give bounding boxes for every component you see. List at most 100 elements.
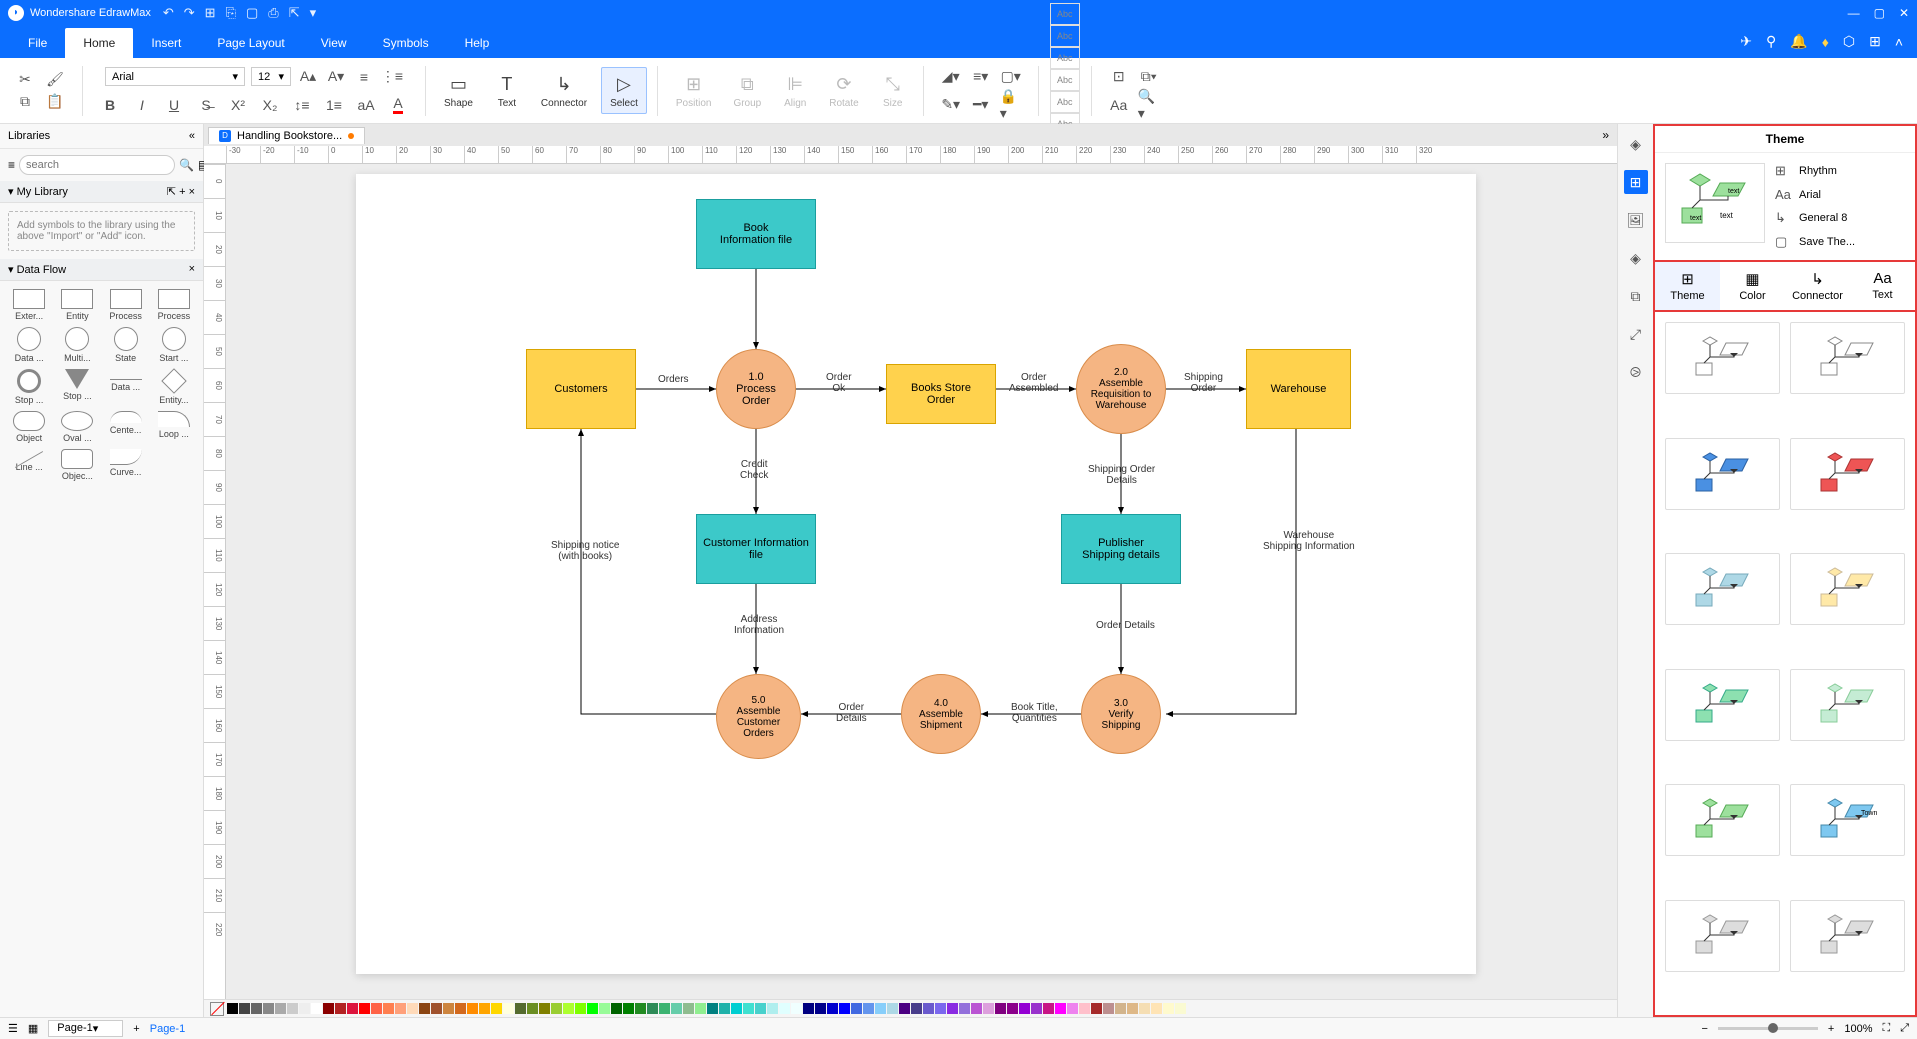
- zoom-slider[interactable]: [1718, 1027, 1818, 1030]
- notify-icon[interactable]: 🔔: [1790, 33, 1807, 50]
- shape-entity[interactable]: Entity: [56, 289, 98, 321]
- select-tool[interactable]: ▷Select: [601, 67, 647, 114]
- search-prefix-icon[interactable]: ≡: [8, 158, 15, 172]
- color-swatch[interactable]: [383, 1003, 394, 1014]
- paste-icon[interactable]: 📋: [44, 91, 66, 113]
- theme-card[interactable]: [1665, 900, 1780, 972]
- layers-nav-icon[interactable]: ◈: [1624, 246, 1648, 270]
- color-swatch[interactable]: [719, 1003, 730, 1014]
- color-swatch[interactable]: [1163, 1003, 1174, 1014]
- page-selector[interactable]: Page-1 ▾: [48, 1020, 123, 1037]
- node-assemble-4[interactable]: 4.0 Assemble Shipment: [901, 674, 981, 754]
- shape-process2[interactable]: Process: [153, 289, 195, 321]
- color-swatch[interactable]: [251, 1003, 262, 1014]
- menu-view[interactable]: View: [303, 28, 365, 58]
- node-customers[interactable]: Customers: [526, 349, 636, 429]
- color-swatch[interactable]: [947, 1003, 958, 1014]
- color-swatch[interactable]: [347, 1003, 358, 1014]
- share-icon[interactable]: ⚲: [1766, 33, 1776, 50]
- color-swatch[interactable]: [779, 1003, 790, 1014]
- color-swatch[interactable]: [515, 1003, 526, 1014]
- color-swatch[interactable]: [1175, 1003, 1186, 1014]
- add-icon[interactable]: +: [179, 186, 185, 198]
- color-swatch[interactable]: [491, 1003, 502, 1014]
- shape-object[interactable]: Object: [8, 411, 50, 443]
- color-swatch[interactable]: [767, 1003, 778, 1014]
- theme-card[interactable]: [1665, 669, 1780, 741]
- shape-curve[interactable]: Curve...: [105, 449, 147, 481]
- arrange-nav-icon[interactable]: ⧉: [1624, 284, 1648, 308]
- color-swatch[interactable]: [335, 1003, 346, 1014]
- line-weight-icon[interactable]: ━▾: [970, 94, 992, 116]
- color-swatch[interactable]: [1151, 1003, 1162, 1014]
- linespacing-icon[interactable]: ↕≡: [291, 94, 313, 116]
- color-swatch[interactable]: [479, 1003, 490, 1014]
- send-icon[interactable]: ✈: [1740, 33, 1752, 50]
- page-tab[interactable]: Page-1: [150, 1023, 185, 1035]
- shape-entity2[interactable]: Entity...: [153, 369, 195, 405]
- color-swatch[interactable]: [695, 1003, 706, 1014]
- library-search-input[interactable]: [19, 155, 175, 175]
- color-swatch[interactable]: [1007, 1003, 1018, 1014]
- color-swatch[interactable]: [1031, 1003, 1042, 1014]
- color-swatch[interactable]: [1019, 1003, 1030, 1014]
- node-assemble-5[interactable]: 5.0 Assemble Customer Orders: [716, 674, 801, 759]
- color-swatch[interactable]: [875, 1003, 886, 1014]
- theme-card[interactable]: [1665, 784, 1780, 856]
- color-swatch[interactable]: [467, 1003, 478, 1014]
- text-style-icon[interactable]: Aa: [1108, 94, 1130, 116]
- node-assemble-2[interactable]: 2.0 Assemble Requisition to Warehouse: [1076, 344, 1166, 434]
- theme-nav-icon[interactable]: ⊞: [1624, 170, 1648, 194]
- shape-center[interactable]: Cente...: [105, 411, 147, 443]
- style-swatch[interactable]: Abc: [1050, 47, 1080, 69]
- color-swatch[interactable]: [755, 1003, 766, 1014]
- align-tool[interactable]: ⊫Align: [775, 68, 815, 113]
- color-swatch[interactable]: [1091, 1003, 1102, 1014]
- group-tool[interactable]: ⧉Group: [725, 68, 769, 113]
- same-width-icon[interactable]: ⊡: [1108, 66, 1130, 88]
- shadow-icon[interactable]: ▢▾: [1000, 66, 1022, 88]
- menu-file[interactable]: File: [10, 28, 65, 58]
- node-book-info[interactable]: Book Information file: [696, 199, 816, 269]
- color-swatch[interactable]: [671, 1003, 682, 1014]
- color-swatch[interactable]: [971, 1003, 982, 1014]
- export-icon[interactable]: ⇱: [289, 5, 300, 21]
- find-icon[interactable]: 🔍▾: [1138, 94, 1160, 116]
- color-swatch[interactable]: [599, 1003, 610, 1014]
- color-swatch[interactable]: [1055, 1003, 1066, 1014]
- grow-font-icon[interactable]: A▴: [297, 66, 319, 88]
- node-verify-3[interactable]: 3.0 Verify Shipping: [1081, 674, 1161, 754]
- bullets-icon[interactable]: ⋮≡: [381, 66, 403, 88]
- fullscreen-icon[interactable]: ⤢: [1900, 1022, 1909, 1035]
- shape-loop[interactable]: Loop ...: [153, 411, 195, 443]
- redo-icon[interactable]: ↷: [184, 5, 195, 21]
- menu-home[interactable]: Home: [65, 28, 133, 58]
- open-icon[interactable]: ⎘: [226, 5, 236, 21]
- color-swatch[interactable]: [227, 1003, 238, 1014]
- color-swatch[interactable]: [539, 1003, 550, 1014]
- node-customer-info[interactable]: Customer Information file: [696, 514, 816, 584]
- color-swatch[interactable]: [827, 1003, 838, 1014]
- no-fill-icon[interactable]: [210, 1002, 224, 1016]
- color-swatch[interactable]: [647, 1003, 658, 1014]
- shape-objec[interactable]: Objec...: [56, 449, 98, 481]
- color-swatch[interactable]: [275, 1003, 286, 1014]
- color-swatch[interactable]: [1043, 1003, 1054, 1014]
- color-swatch[interactable]: [431, 1003, 442, 1014]
- color-swatch[interactable]: [851, 1003, 862, 1014]
- collapse-library-icon[interactable]: «: [189, 130, 195, 142]
- shrink-font-icon[interactable]: A▾: [325, 66, 347, 88]
- color-swatch[interactable]: [395, 1003, 406, 1014]
- collapse-right-icon[interactable]: ⧁: [1624, 360, 1648, 384]
- fontcolor-icon[interactable]: A: [387, 94, 409, 116]
- color-swatch[interactable]: [359, 1003, 370, 1014]
- color-swatch[interactable]: [995, 1003, 1006, 1014]
- color-swatch[interactable]: [935, 1003, 946, 1014]
- page[interactable]: Book Information file Customers 1.0 Proc…: [356, 174, 1476, 974]
- size-tool[interactable]: ⤡Size: [873, 68, 913, 113]
- color-swatch[interactable]: [371, 1003, 382, 1014]
- document-tab[interactable]: D Handling Bookstore...: [208, 127, 365, 144]
- shape-start[interactable]: Start ...: [153, 327, 195, 363]
- color-swatch[interactable]: [791, 1003, 802, 1014]
- zoom-in-icon[interactable]: +: [1828, 1023, 1834, 1035]
